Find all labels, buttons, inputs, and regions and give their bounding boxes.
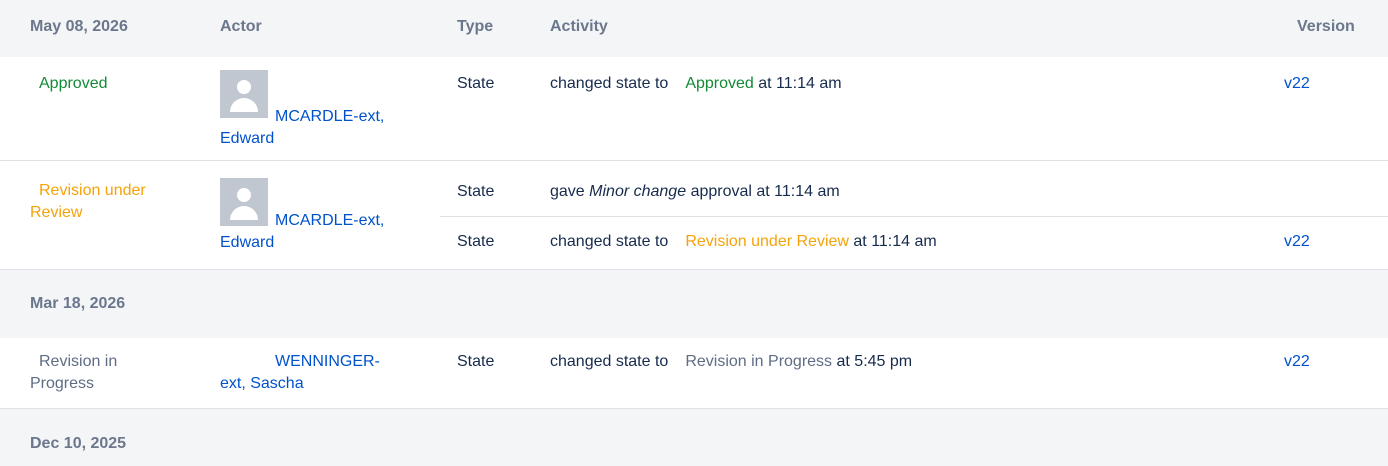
header-activity: Activity <box>550 18 608 35</box>
approval-kind: Minor change <box>589 183 687 200</box>
actor-link-cont[interactable]: Edward <box>220 232 420 254</box>
activity-text: gave Minor change approval at 11:14 am <box>550 183 840 200</box>
status-progress: Revision in <box>39 353 118 370</box>
status-approved: Approved <box>39 75 108 92</box>
header-version: Version <box>1297 18 1355 35</box>
actor-link[interactable]: MCARDLE-ext, <box>275 106 475 128</box>
actor-link[interactable]: MCARDLE-ext, <box>275 210 475 232</box>
entry-type: State <box>457 75 495 92</box>
date-group-header: Dec 10, 2025 <box>0 409 1388 466</box>
date-group-header: Mar 18, 2026 <box>0 270 1388 338</box>
version-link[interactable]: v22 <box>1284 73 1310 95</box>
entry-type: State <box>457 233 495 250</box>
actor-link-cont[interactable]: ext, Sascha <box>220 373 420 395</box>
status-progress-cont: Progress <box>30 375 95 392</box>
activity-text: changed state to Revision in Progress at … <box>550 353 913 370</box>
entry-type: State <box>457 353 495 370</box>
state-review-label: Revision under Review <box>685 233 849 250</box>
version-link[interactable]: v22 <box>1284 231 1310 253</box>
group-date: Mar 18, 2026 <box>30 295 126 312</box>
activity-text: changed state to Approved at 11:14 am <box>550 75 842 92</box>
avatar <box>220 178 268 226</box>
header-actor: Actor <box>220 18 262 35</box>
status-review-cont: Review <box>30 204 83 221</box>
header-date: May 08, 2026 <box>30 18 128 35</box>
entry-type: State <box>457 183 495 200</box>
header-type: Type <box>457 18 494 35</box>
actor-link-cont[interactable]: Edward <box>220 128 420 150</box>
activity-text: changed state to Revision under Review at… <box>550 233 937 250</box>
row-divider <box>0 160 1388 161</box>
table-header: May 08, 2026 Actor Type Activity Version <box>0 0 1388 57</box>
version-link[interactable]: v22 <box>1284 351 1310 373</box>
state-progress-label: Revision in Progress <box>685 353 833 370</box>
state-approved-label: Approved <box>685 75 754 92</box>
group-date: Dec 10, 2025 <box>30 435 127 452</box>
actor-link[interactable]: WENNINGER- <box>275 351 475 373</box>
avatar <box>220 70 268 118</box>
sub-row-divider <box>440 216 1388 217</box>
status-review: Revision under <box>39 182 146 199</box>
